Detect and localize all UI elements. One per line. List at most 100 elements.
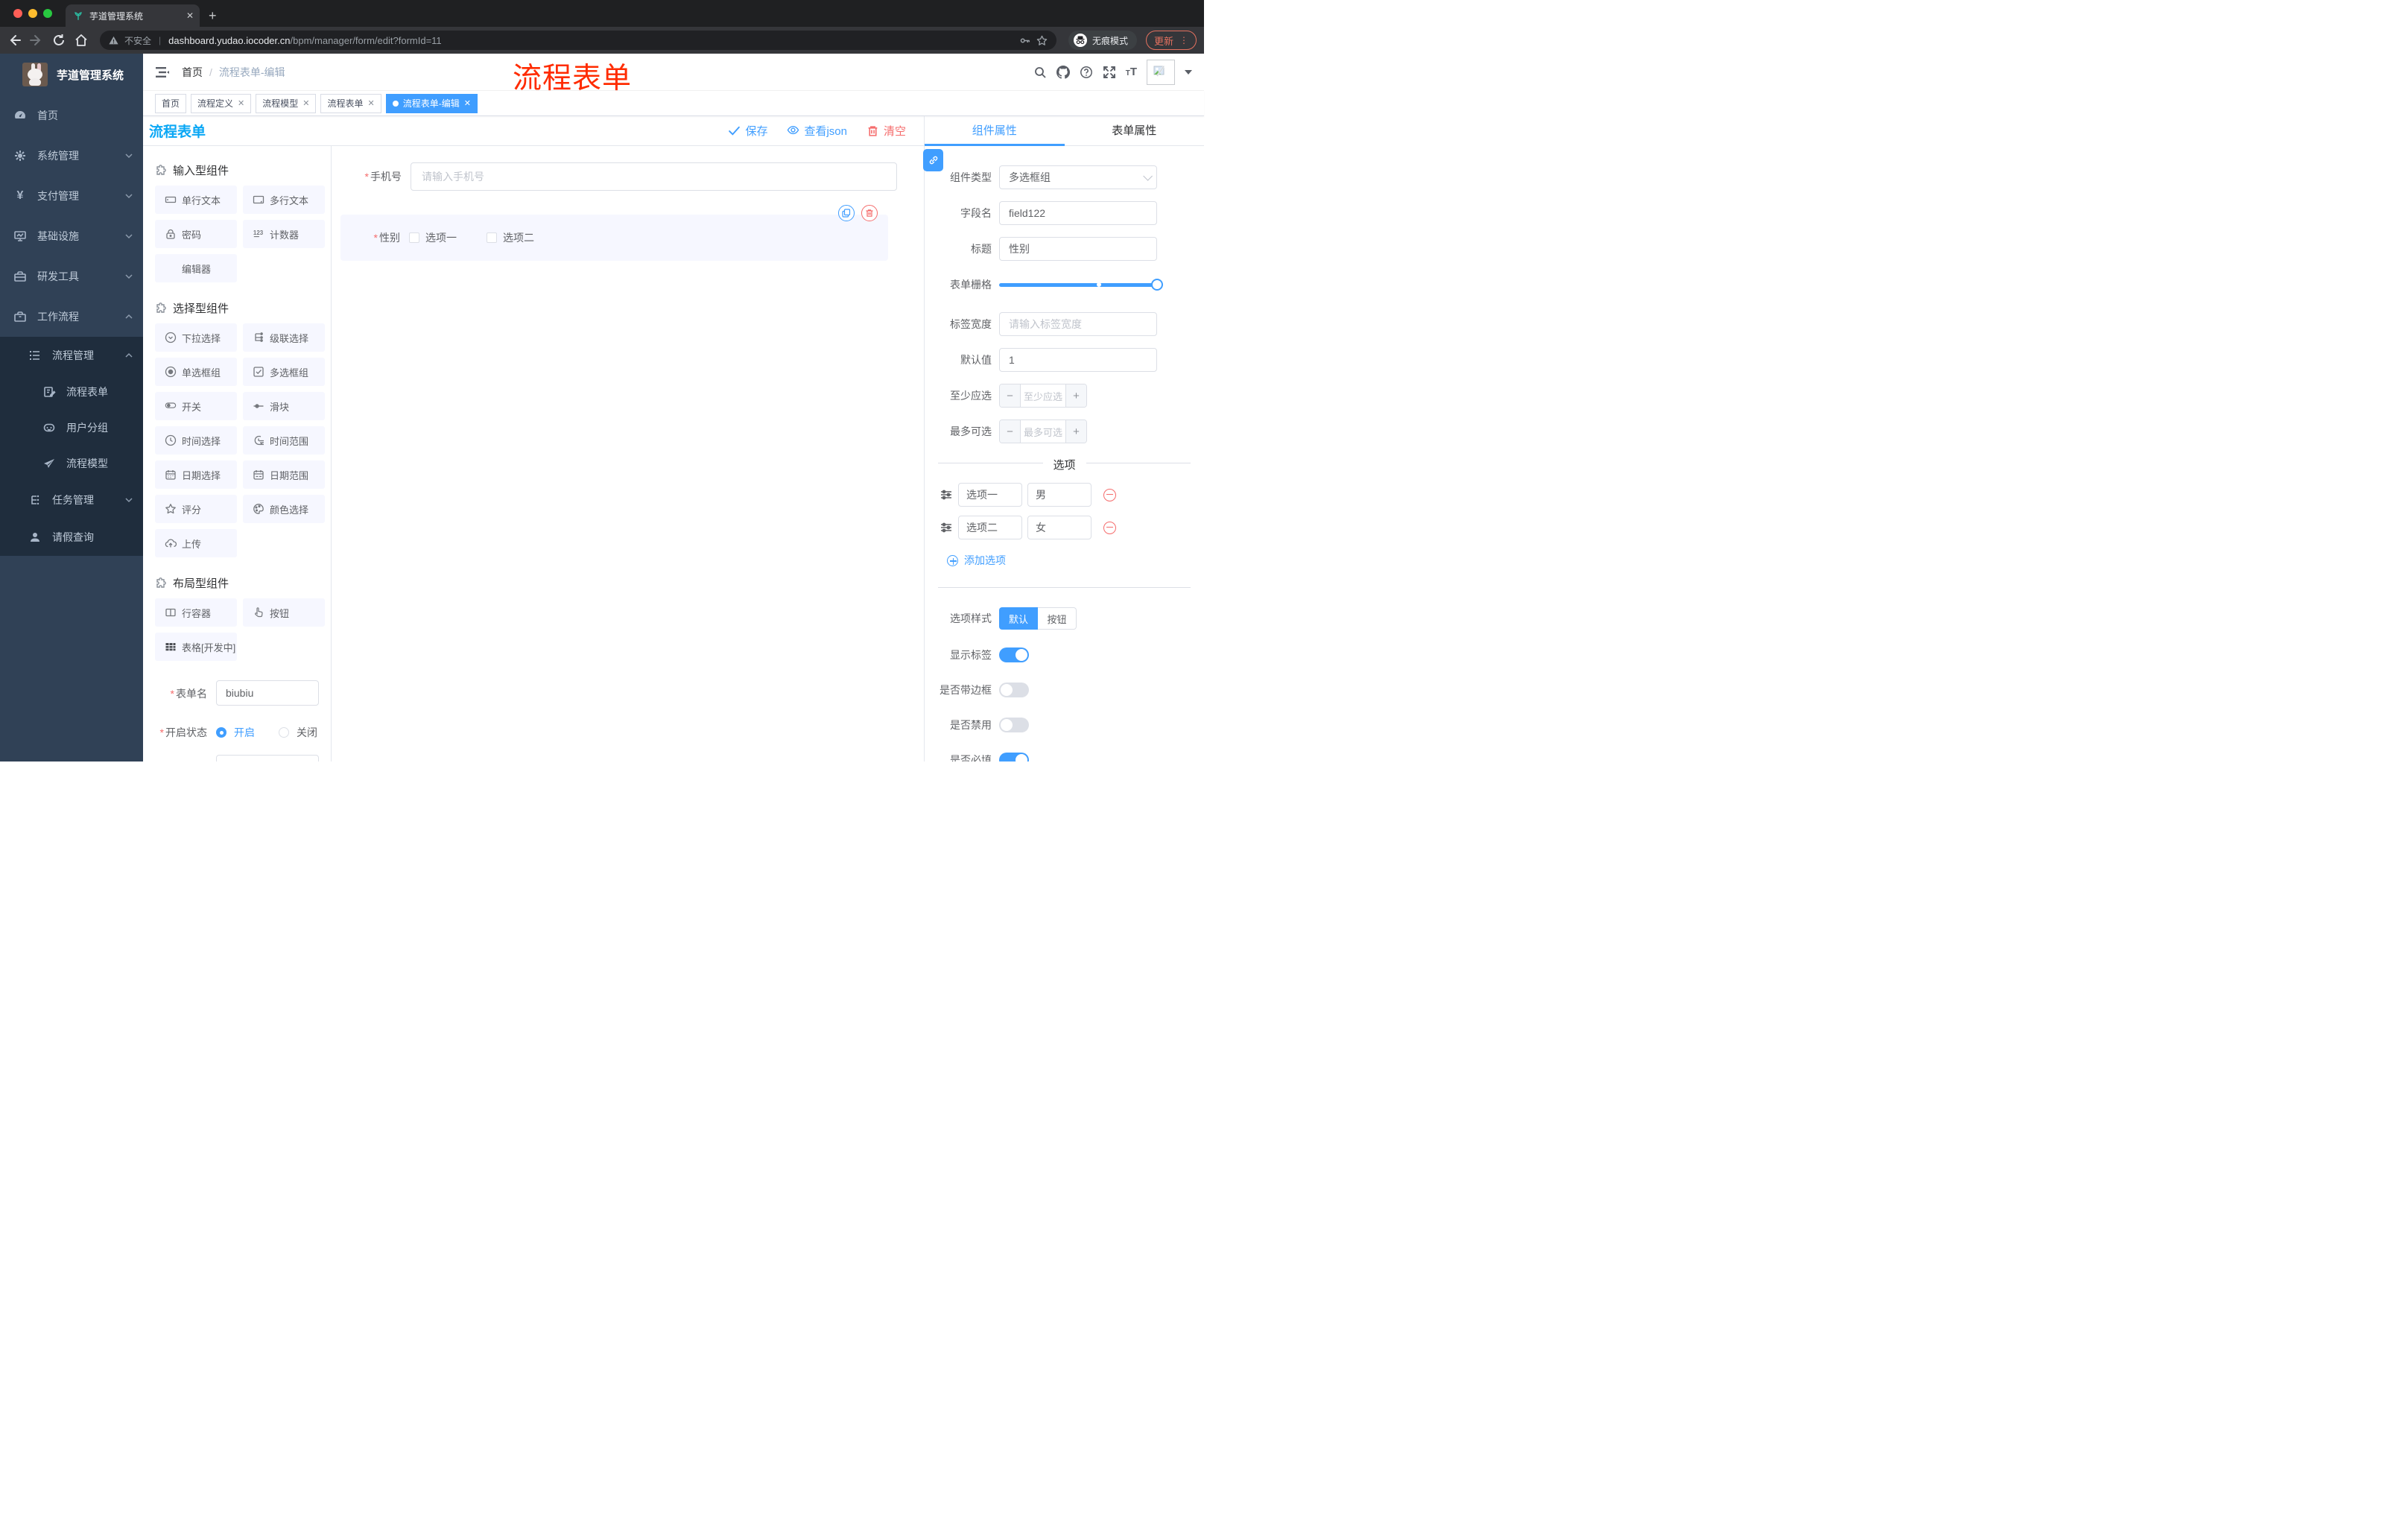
sidebar-item-process-form[interactable]: 流程表单 — [0, 374, 143, 410]
palette-item-cascader[interactable]: 级联选择 — [243, 323, 325, 352]
palette-item-time-range[interactable]: 时间范围 — [243, 426, 325, 455]
sidebar-item-workflow[interactable]: 工作流程 — [0, 297, 143, 337]
sidebar-item-task-mgmt[interactable]: 任务管理 — [0, 481, 143, 519]
palette-item-editor[interactable]: 编辑器 — [155, 254, 237, 282]
option-value-input[interactable] — [1027, 483, 1091, 507]
tag-process-form-edit[interactable]: 流程表单-编辑 ✕ — [385, 93, 478, 113]
tag-close-icon[interactable]: ✕ — [302, 98, 309, 108]
clear-button[interactable]: 清空 — [866, 123, 906, 139]
palette-item-select[interactable]: 下拉选择 — [155, 323, 237, 352]
min-select-stepper[interactable]: − 至少应选 + — [999, 384, 1087, 408]
zoom-window-button[interactable] — [43, 9, 52, 18]
tag-process-form[interactable]: 流程表单 ✕ — [320, 93, 381, 113]
status-on-label[interactable]: 开启 — [234, 725, 255, 740]
gender-option-1[interactable]: 选项一 — [409, 230, 457, 245]
tag-close-icon[interactable]: ✕ — [238, 98, 244, 108]
delete-component-button[interactable] — [861, 205, 878, 221]
palette-item-color-picker[interactable]: 颜色选择 — [243, 495, 325, 523]
option-label-input[interactable] — [958, 483, 1022, 507]
palette-item-switch[interactable]: 开关 — [155, 392, 237, 420]
palette-item-date[interactable]: 日期选择 — [155, 460, 237, 489]
drag-handle-icon[interactable] — [940, 521, 953, 534]
tab-component-props[interactable]: 组件属性 — [925, 116, 1065, 146]
phone-input[interactable] — [411, 162, 897, 191]
sidebar-logo[interactable]: 芋道管理系统 — [0, 54, 143, 95]
sidebar-item-payment[interactable]: ¥ 支付管理 — [0, 176, 143, 216]
palette-item-radio-group[interactable]: 单选框组 — [155, 358, 237, 386]
palette-item-single-text[interactable]: 单行文本 — [155, 186, 237, 214]
breadcrumb-home[interactable]: 首页 — [182, 65, 203, 80]
option-value-input[interactable] — [1027, 516, 1091, 539]
window-controls[interactable] — [0, 0, 66, 27]
tab-form-props[interactable]: 表单属性 — [1065, 116, 1205, 145]
status-off-radio[interactable] — [279, 727, 289, 738]
slider-handle[interactable] — [1151, 279, 1163, 291]
option-style-segmented[interactable]: 默认 按钮 — [999, 607, 1077, 630]
add-option-button[interactable]: 添加选项 — [931, 553, 1204, 568]
sidebar-item-process-model[interactable]: 流程模型 — [0, 446, 143, 481]
canvas-field-phone[interactable]: * 手机号 — [343, 162, 897, 191]
security-warning-icon[interactable] — [109, 36, 118, 45]
remove-option-button[interactable] — [1103, 488, 1116, 501]
tag-process-model[interactable]: 流程模型 ✕ — [256, 93, 317, 113]
status-on-radio[interactable] — [216, 727, 226, 738]
gender-option-2[interactable]: 选项二 — [487, 230, 534, 245]
sidebar-item-user-group[interactable]: 用户分组 — [0, 410, 143, 446]
field-name-input[interactable] — [999, 201, 1157, 225]
palette-item-checkbox-group[interactable]: 多选框组 — [243, 358, 325, 386]
palette-item-row-container[interactable]: 行容器 — [155, 598, 237, 627]
max-select-stepper[interactable]: − 最多可选 + — [999, 419, 1087, 443]
palette-item-slider[interactable]: 滑块 — [243, 392, 325, 420]
form-canvas[interactable]: *手机号 *性别 — [332, 146, 924, 762]
minus-button[interactable]: − — [1000, 384, 1021, 407]
style-default-button[interactable]: 默认 — [999, 607, 1038, 630]
browser-tab[interactable]: 芋道管理系统 ✕ — [66, 4, 200, 27]
canvas-field-gender-selected[interactable]: * 性别 选项一 选项二 — [340, 205, 888, 261]
min-select-value[interactable]: 至少应选 — [1021, 384, 1065, 407]
palette-item-counter[interactable]: 123 计数器 — [243, 220, 325, 248]
form-remark-textarea[interactable]: 嘿嘿 — [216, 755, 319, 762]
style-button-button[interactable]: 按钮 — [1038, 607, 1077, 630]
minimize-window-button[interactable] — [28, 9, 37, 18]
required-toggle[interactable] — [999, 753, 1029, 762]
sidebar-item-leave-query[interactable]: 请假查询 — [0, 519, 143, 556]
github-icon[interactable] — [1056, 65, 1070, 79]
forward-icon[interactable] — [30, 34, 43, 47]
close-window-button[interactable] — [13, 9, 22, 18]
grid-slider[interactable] — [999, 273, 1163, 297]
disabled-toggle[interactable] — [999, 718, 1029, 732]
palette-item-textarea[interactable]: 多行文本 — [243, 186, 325, 214]
sidebar-item-infra[interactable]: 基础设施 — [0, 216, 143, 256]
back-icon[interactable] — [7, 34, 21, 47]
home-icon[interactable] — [75, 34, 88, 47]
sidebar-item-process-mgmt[interactable]: 流程管理 — [0, 337, 143, 374]
tag-process-definition[interactable]: 流程定义 ✕ — [191, 93, 252, 113]
title-input[interactable] — [999, 237, 1157, 261]
palette-item-password[interactable]: 密码 — [155, 220, 237, 248]
sidebar-collapse-icon[interactable] — [155, 65, 170, 80]
label-width-input[interactable] — [999, 312, 1157, 336]
tag-close-icon[interactable]: ✕ — [464, 98, 471, 108]
form-name-input[interactable] — [216, 680, 319, 706]
avatar-caret-icon[interactable] — [1185, 69, 1192, 75]
checkbox-icon[interactable] — [409, 232, 419, 243]
border-toggle[interactable] — [999, 683, 1029, 697]
remove-option-button[interactable] — [1103, 521, 1116, 534]
palette-item-date-range[interactable]: 日期范围 — [243, 460, 325, 489]
option-label-input[interactable] — [958, 516, 1022, 539]
search-icon[interactable] — [1033, 66, 1047, 79]
tab-close-icon[interactable]: ✕ — [186, 10, 194, 21]
palette-item-upload[interactable]: 上传 — [155, 529, 237, 557]
drag-handle-icon[interactable] — [940, 488, 953, 501]
component-type-select[interactable] — [999, 165, 1157, 189]
sidebar-item-system[interactable]: 系统管理 — [0, 136, 143, 176]
show-label-toggle[interactable] — [999, 647, 1029, 662]
tag-home[interactable]: 首页 — [155, 93, 187, 113]
sidebar-item-devtools[interactable]: 研发工具 — [0, 256, 143, 297]
url-bar[interactable]: 不安全 | dashboard.yudao.iocoder.cn/bpm/man… — [100, 31, 1056, 50]
tag-close-icon[interactable]: ✕ — [368, 98, 375, 108]
palette-item-button[interactable]: 按钮 — [243, 598, 325, 627]
palette-item-table[interactable]: 表格[开发中] — [155, 633, 237, 661]
minus-button[interactable]: − — [1000, 420, 1021, 443]
reload-icon[interactable] — [52, 34, 66, 47]
